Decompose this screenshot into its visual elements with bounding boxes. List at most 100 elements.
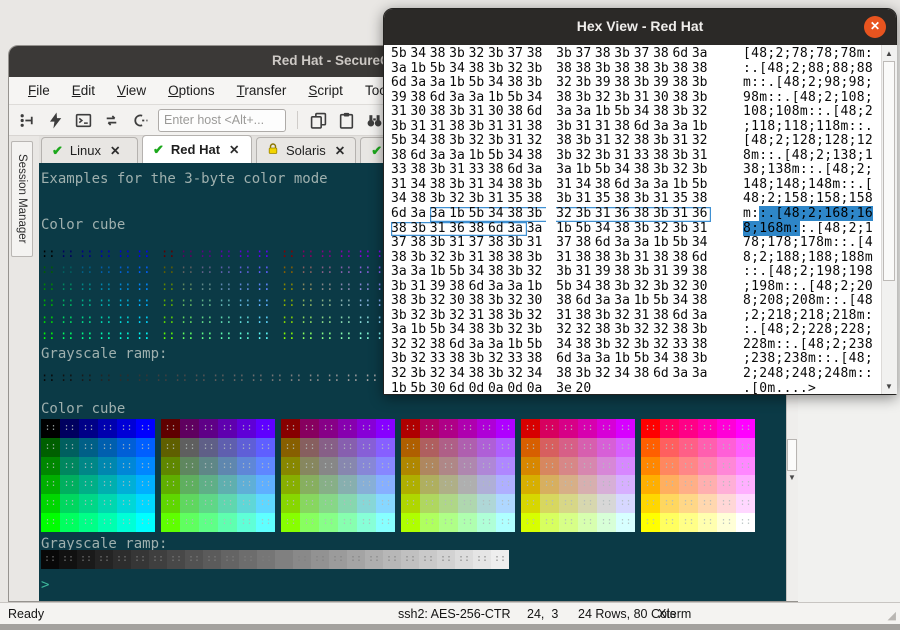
tab-linux[interactable]: ✔Linux✕ <box>41 137 138 163</box>
resize-grip[interactable]: ◢ <box>888 609 896 622</box>
cube-cell: :: <box>41 438 60 457</box>
menu-options[interactable]: Options <box>157 83 226 98</box>
gray-cell: :: <box>269 369 288 385</box>
hex-row: 386d3a3a1b5b34383b323b3133383b318m::.[48… <box>391 149 881 164</box>
disconnect-icon[interactable] <box>130 111 149 130</box>
find-icon[interactable] <box>365 111 384 130</box>
quick-connect-icon[interactable] <box>46 111 65 130</box>
hex-byte: 38 <box>614 120 633 135</box>
cube-cell: :: <box>376 513 395 532</box>
hex-byte: 3b <box>430 309 449 324</box>
tab-label: Red Hat <box>171 142 220 157</box>
hex-scrollbar-thumb[interactable] <box>883 61 895 281</box>
hex-byte: 3a <box>692 309 711 324</box>
host-input[interactable] <box>158 109 286 132</box>
cube-cell: :: <box>698 513 717 532</box>
menu-edit[interactable]: Edit <box>61 83 106 98</box>
hex-byte: 38 <box>527 120 546 135</box>
cube-cell: :: <box>660 457 679 476</box>
reconnect-icon[interactable] <box>102 111 121 130</box>
cube-block: ::::::::::::::::::::::::::::::::::::::::… <box>161 419 275 532</box>
paste-icon[interactable] <box>337 111 356 130</box>
hex-byte: 1b <box>576 163 595 178</box>
cube-cell: :: <box>578 438 597 457</box>
terminal-scroll-down-icon[interactable]: ▼ <box>786 472 798 484</box>
hex-byte: 32 <box>391 338 410 353</box>
check-icon: ✔ <box>371 143 382 159</box>
cube-cell: :: <box>281 494 300 513</box>
tab-close-icon[interactable]: ✕ <box>229 142 239 157</box>
cube-cell: :: <box>616 438 635 457</box>
gray-cell: :: <box>98 369 117 385</box>
tab-solaris[interactable]: Solaris✕ <box>256 137 356 163</box>
cube-cell: :: <box>420 457 439 476</box>
hex-byte: 38 <box>527 149 546 164</box>
cube-cell: :: <box>199 327 218 343</box>
cube-cell: :: <box>559 513 578 532</box>
menu-file[interactable]: File <box>17 83 61 98</box>
gray-cell: :: <box>60 369 79 385</box>
terminal-icon[interactable] <box>74 111 93 130</box>
hex-row: 383b3136386d3a3a1b5b34383b323b318;168m::… <box>391 222 881 237</box>
hex-byte: 32 <box>556 323 575 338</box>
hex-byte: 31 <box>653 192 672 207</box>
hex-byte: 32 <box>410 338 429 353</box>
cube-cell: :: <box>540 475 559 494</box>
hex-byte: 38 <box>672 352 691 367</box>
close-icon[interactable]: ✕ <box>864 16 886 38</box>
cube-block-row: :::::::::::: <box>41 438 155 457</box>
cube-cell: :: <box>736 438 755 457</box>
hex-byte: 38 <box>595 323 614 338</box>
hex-row: 3a3a1b5b34383b323b3139383b313938::.[48;2… <box>391 265 881 280</box>
hex-titlebar[interactable]: Hex View - Red Hat ✕ <box>384 9 896 45</box>
hex-byte: 3a <box>391 265 410 280</box>
hex-byte: 31 <box>410 280 429 295</box>
cube-block-row: :::::::::::: <box>521 475 635 494</box>
menu-script[interactable]: Script <box>297 83 354 98</box>
gray-cell: :: <box>221 550 239 569</box>
tab-close-icon[interactable]: ✕ <box>335 143 345 158</box>
ascii-selection: :.[48;2;168;16 <box>759 206 873 221</box>
cube-cell: :: <box>420 438 439 457</box>
hex-dump-content[interactable]: 5b34383b323b37383b37383b37386d3a[48;2;78… <box>384 45 881 394</box>
tab-red-hat[interactable]: ✔ Red Hat ✕ <box>142 135 252 163</box>
hex-byte: 34 <box>527 91 546 106</box>
hex-byte: 3b <box>391 280 410 295</box>
hex-byte: 34 <box>692 236 711 251</box>
session-manager-icon[interactable] <box>18 111 37 130</box>
menu-view[interactable]: View <box>106 83 157 98</box>
cube-cell: :: <box>357 294 376 310</box>
cube-cell: :: <box>60 327 79 343</box>
cube-cell: :: <box>199 513 218 532</box>
hex-byte: 5b <box>430 323 449 338</box>
cube-cell: :: <box>281 475 300 494</box>
scroll-down-icon[interactable]: ▼ <box>881 380 897 394</box>
cube-cell: :: <box>41 261 60 277</box>
cube-cell: :: <box>237 278 256 294</box>
copy-icon[interactable] <box>309 111 328 130</box>
scroll-up-icon[interactable]: ▲ <box>881 47 897 61</box>
session-manager-tab[interactable]: Session Manager <box>11 141 33 257</box>
hex-byte: 38 <box>430 47 449 62</box>
hex-byte: 39 <box>672 265 691 280</box>
menu-transfer[interactable]: Transfer <box>226 83 298 98</box>
cube-cell: :: <box>60 261 79 277</box>
hex-byte: 3b <box>527 323 546 338</box>
cube-cell: :: <box>218 327 237 343</box>
cube-cell: :: <box>41 278 60 294</box>
cube-cell: :: <box>496 494 515 513</box>
hex-byte: 38 <box>507 207 526 222</box>
cube-cell: :: <box>439 494 458 513</box>
cube-cell: :: <box>117 311 136 327</box>
terminal-scrollbar-thumb[interactable] <box>787 439 797 471</box>
cube-cell: :: <box>136 494 155 513</box>
hex-byte: 37 <box>576 47 595 62</box>
gray-cell: :: <box>383 550 401 569</box>
cube-cell: :: <box>98 475 117 494</box>
cube-cell: :: <box>496 513 515 532</box>
tab-close-icon[interactable]: ✕ <box>110 143 120 158</box>
cube-cell: :: <box>256 278 275 294</box>
check-icon: ✔ <box>153 142 164 158</box>
hex-byte: 3a <box>430 207 449 222</box>
ascii-column: 8;2;188;188;188m <box>743 251 873 266</box>
